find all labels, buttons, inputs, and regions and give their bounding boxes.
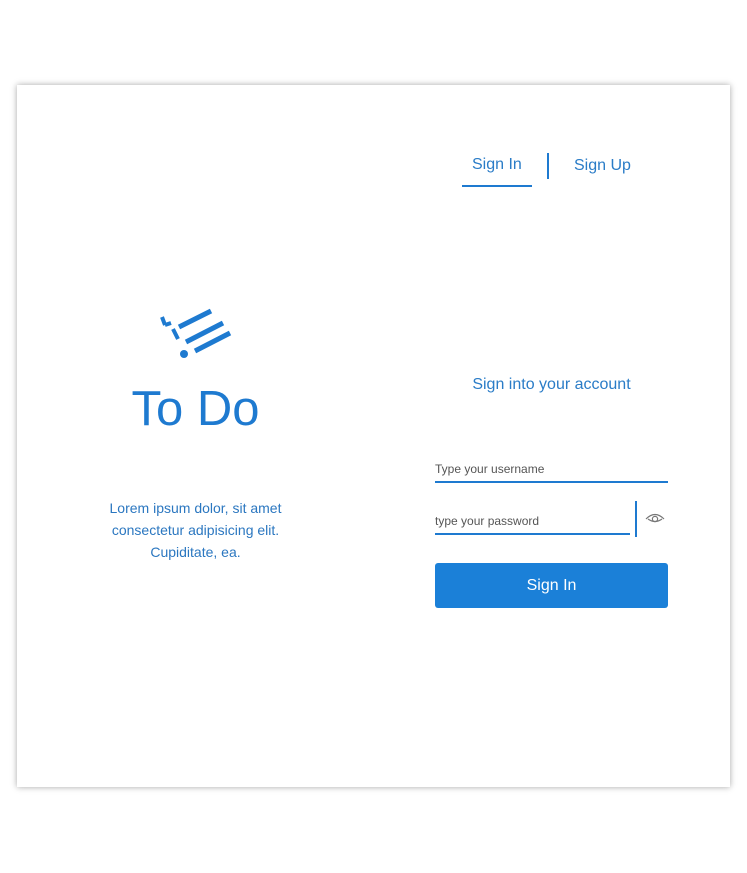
password-divider [635, 501, 637, 537]
tab-divider [547, 153, 549, 179]
username-input[interactable] [435, 457, 668, 483]
password-input[interactable] [435, 509, 630, 535]
sign-in-button[interactable]: Sign In [435, 563, 668, 608]
eye-icon[interactable] [645, 511, 665, 525]
tagline: Lorem ipsum dolor, sit amet consectetur … [109, 500, 282, 560]
tab-sign-in[interactable]: Sign In [472, 156, 522, 174]
checklist-icon [160, 308, 232, 358]
login-card: To Do Lorem ipsum dolor, sit amet consec… [17, 85, 730, 787]
active-tab-indicator [462, 185, 532, 187]
app-title: To Do [131, 382, 260, 436]
tab-sign-up[interactable]: Sign Up [574, 157, 631, 175]
auth-tabs: Sign In Sign Up [462, 147, 647, 189]
form-heading: Sign into your account [472, 376, 631, 393]
